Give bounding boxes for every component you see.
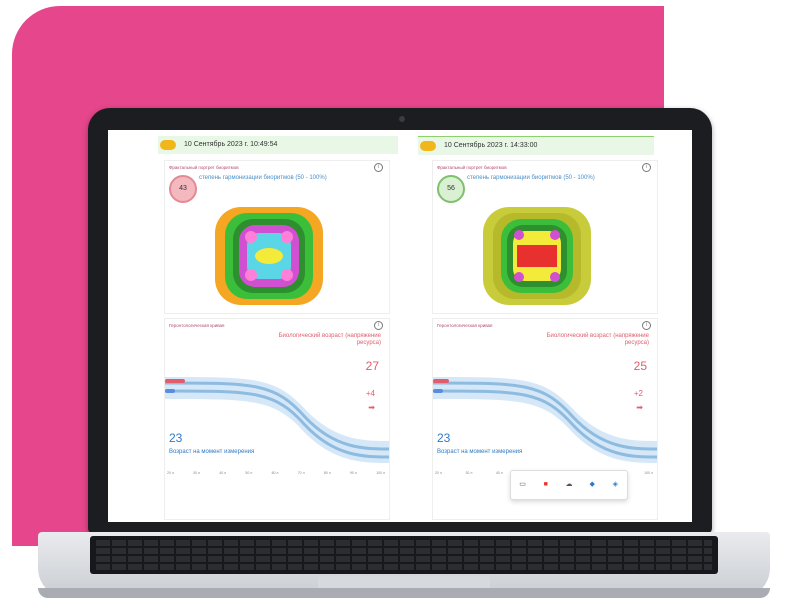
axis-tick: 30 л — [193, 471, 201, 475]
report-panel-left: 10 Сентябрь 2023 г. 10:49:54 Фрактальный… — [158, 130, 398, 522]
app-icon[interactable]: ■ — [542, 481, 550, 489]
shield-icon[interactable]: ◈ — [611, 481, 619, 489]
axis-tick: 40 л — [495, 471, 503, 475]
axis-tick: 80 л — [323, 471, 331, 475]
biological-age-label: Биологический возраст (напряжение ресурс… — [278, 333, 381, 346]
card-title: Геронтологическая кривая — [437, 323, 493, 328]
harmonization-label: степень гармонизации биоритмов (50 - 100… — [199, 175, 327, 181]
date-bar: 10 Сентябрь 2023 г. 10:49:54 — [158, 136, 398, 154]
axis-tick: 100 л — [644, 471, 653, 475]
cloud-icon[interactable]: ☁ — [565, 481, 573, 489]
fractal-card: Фрактальный портрет биоритмов i 56 степе… — [432, 160, 658, 314]
taskbar-tray: ▭ ■ ☁ ◆ ◈ — [510, 470, 628, 500]
date-text: 10 Сентябрь 2023 г. 14:33:00 — [444, 142, 538, 149]
keyboard — [90, 536, 718, 574]
date-badge — [160, 140, 176, 150]
axis-tick: 30 л — [465, 471, 473, 475]
age-value: 23 — [169, 431, 183, 445]
age-delta: +2 — [633, 389, 643, 398]
axis-tick: 20 л — [167, 471, 174, 475]
harmonization-score: 56 — [437, 175, 465, 203]
arrow-right-icon: ➡ — [368, 403, 375, 412]
monitor-icon[interactable]: ▭ — [519, 481, 527, 489]
axis-tick: 100 л — [376, 471, 385, 475]
harmonization-score: 43 — [169, 175, 197, 203]
report-panel-right: 10 Сентябрь 2023 г. 14:33:00 Фрактальный… — [418, 130, 666, 522]
biological-age-value: 25 — [633, 359, 647, 373]
age-axis: 20 л 30 л 40 л 50 л 60 л 70 л 80 л 90 л … — [167, 471, 385, 475]
age-label: Возраст на момент измерения — [169, 449, 255, 455]
harmonization-label: степень гармонизации биоритмов (50 - 100… — [467, 175, 595, 181]
axis-tick: 90 л — [349, 471, 357, 475]
date-badge — [420, 141, 436, 151]
camera-icon — [399, 116, 405, 122]
date-bar: 10 Сентябрь 2023 г. 14:33:00 — [418, 136, 654, 155]
key-row — [96, 548, 712, 554]
info-icon[interactable]: i — [374, 321, 383, 330]
laptop-screen: 10 Сентябрь 2023 г. 10:49:54 Фрактальный… — [108, 130, 692, 522]
axis-tick: 20 л — [435, 471, 442, 475]
laptop-base-edge — [38, 588, 770, 598]
info-icon[interactable]: i — [374, 163, 383, 172]
info-icon[interactable]: i — [642, 321, 651, 330]
age-label: Возраст на момент измерения — [437, 449, 523, 455]
laptop-base — [38, 532, 770, 598]
card-title: Фрактальный портрет биоритмов — [437, 165, 507, 170]
key-row — [96, 540, 712, 546]
axis-tick: 50 л — [245, 471, 253, 475]
biological-age-value: 27 — [365, 359, 379, 373]
card-title: Геронтологическая кривая — [169, 323, 225, 328]
gerontology-card: Геронтологическая кривая i Биологический… — [164, 318, 390, 520]
axis-tick: 40 л — [219, 471, 227, 475]
key-row — [96, 564, 712, 570]
axis-tick: 70 л — [297, 471, 305, 475]
fractal-card: Фрактальный портрет биоритмов i 43 степе… — [164, 160, 390, 314]
date-text: 10 Сентябрь 2023 г. 10:49:54 — [184, 141, 278, 148]
windows-icon[interactable]: ◆ — [588, 481, 596, 489]
key-row — [96, 556, 712, 562]
arrow-right-icon: ➡ — [636, 403, 643, 412]
fractal-portrait — [215, 207, 323, 305]
info-icon[interactable]: i — [642, 163, 651, 172]
age-value: 23 — [437, 431, 451, 445]
age-delta: +4 — [365, 389, 375, 398]
axis-tick: 60 л — [271, 471, 279, 475]
laptop-lid: 10 Сентябрь 2023 г. 10:49:54 Фрактальный… — [88, 108, 712, 534]
card-title: Фрактальный портрет биоритмов — [169, 165, 239, 170]
biological-age-label: Биологический возраст (напряжение ресурс… — [546, 333, 649, 346]
fractal-portrait — [483, 207, 591, 305]
